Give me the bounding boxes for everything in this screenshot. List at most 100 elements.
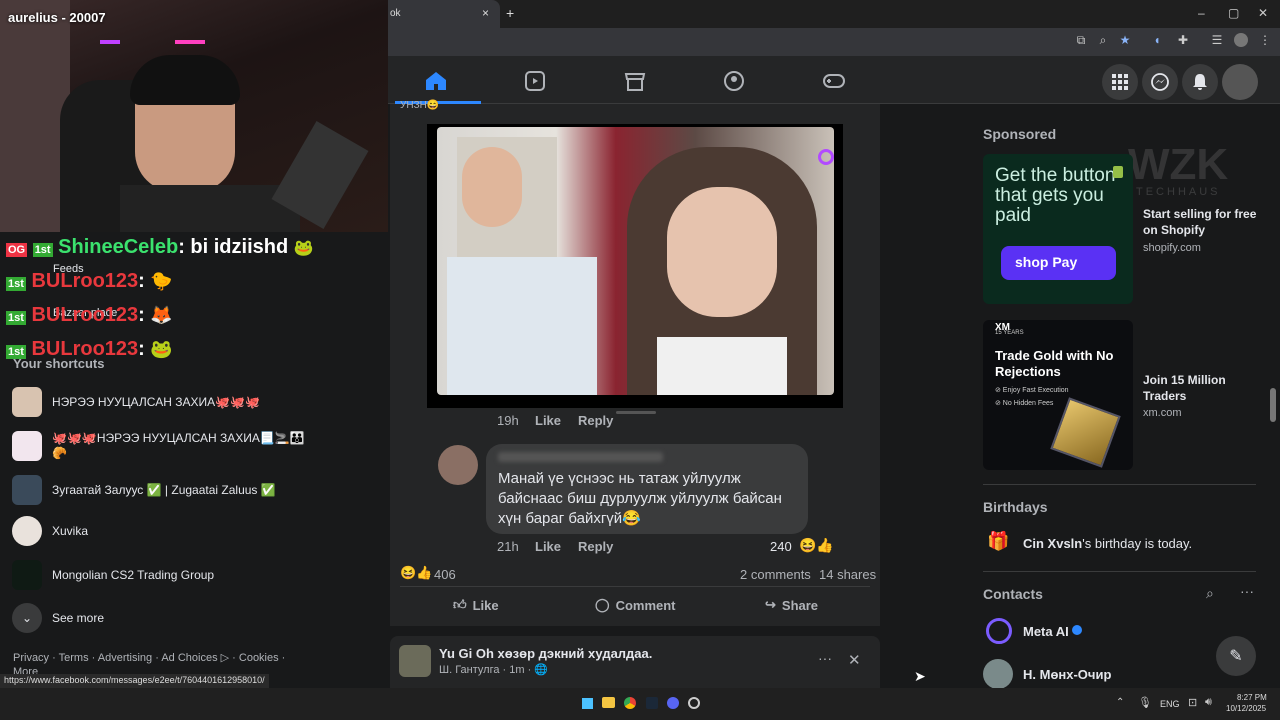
tray-chevron-icon[interactable]: ⌃: [1116, 697, 1124, 708]
zoom-icon[interactable]: ⌕: [1096, 33, 1110, 47]
emote-icon: 🐤: [150, 271, 173, 291]
xm-ad-image[interactable]: XM 15 YEARS Trade Gold with No Rejection…: [983, 320, 1133, 470]
compose-icon: ✎: [1229, 648, 1243, 665]
bookmark-star-icon[interactable]: ★: [1118, 33, 1132, 47]
share-button[interactable]: ↪ Share: [765, 597, 818, 613]
shortcuts-title: Your shortcuts: [13, 356, 105, 371]
meta-ai-icon: [986, 618, 1012, 644]
close-icon[interactable]: ✕: [848, 651, 861, 669]
comment-reply-link[interactable]: Reply: [578, 539, 613, 554]
mouse-cursor-icon: ➤: [914, 668, 926, 684]
browser-tabbar: [388, 0, 1280, 28]
shortcut-label: 🐙🐙🐙НЭРЭЭ НУУЦАЛСАН ЗАХИА📃🚬👪🥐: [52, 431, 305, 460]
groups-icon[interactable]: [722, 70, 746, 92]
chrome-icon[interactable]: [624, 697, 636, 709]
mic-icon[interactable]: 🎙︎: [1138, 696, 1152, 709]
clock-time[interactable]: 8:27 PM: [1237, 693, 1267, 702]
tab-close-icon[interactable]: ×: [482, 6, 489, 20]
group-avatar[interactable]: [399, 645, 431, 677]
comment-bubble: Манай үе үснээс нь татаж уйлуулж байснаа…: [486, 444, 808, 534]
gaming-icon[interactable]: [822, 70, 846, 92]
volume-icon[interactable]: 🔊︎: [1205, 696, 1212, 709]
comment-button[interactable]: ◯ Comment: [595, 597, 676, 613]
more-options-icon[interactable]: ···: [1240, 583, 1254, 599]
marketplace-icon[interactable]: [623, 70, 647, 92]
shortcut-label: НЭРЭЭ НУУЦАЛСАН ЗАХИА🐙🐙🐙: [52, 394, 260, 409]
scrollbar[interactable]: [1270, 388, 1276, 422]
start-icon[interactable]: [582, 698, 593, 709]
network-icon[interactable]: ⊡: [1188, 696, 1197, 709]
gift-icon: 🎁: [987, 531, 1010, 551]
shares-count[interactable]: 14 shares: [819, 567, 876, 582]
clock-date[interactable]: 10/12/2025: [1226, 704, 1266, 713]
close-window-button[interactable]: ✕: [1258, 6, 1268, 20]
shortcut-item[interactable]: НЭРЭЭ НУУЦАЛСАН ЗАХИА🐙🐙🐙: [12, 384, 382, 420]
profile-avatar[interactable]: [1234, 33, 1248, 47]
shortcut-item[interactable]: 🐙🐙🐙НЭРЭЭ НУУЦАЛСАН ЗАХИА📃🚬👪🥐: [12, 426, 312, 466]
shopify-ad-image[interactable]: Get the button that gets you paid shop P…: [983, 154, 1133, 304]
commenter-avatar[interactable]: [438, 445, 478, 485]
rgb-light: [175, 40, 205, 44]
shortcut-label: Xuvika: [52, 523, 89, 538]
contact-name[interactable]: Н. Мөнх-Очир: [1023, 667, 1111, 682]
video-icon[interactable]: [523, 70, 547, 92]
chat-line: 1st BULroo123: 🐤: [6, 270, 173, 292]
girl-uniform: [657, 337, 787, 395]
comment-like-link[interactable]: Like: [535, 539, 561, 554]
shortcut-label: Зугаатай Залуус ✅ | Zugaatai Zaluus ✅: [52, 482, 276, 497]
tab-search-icon[interactable]: ☰: [1210, 33, 1224, 47]
minimize-button[interactable]: –: [1198, 6, 1205, 20]
language-indicator[interactable]: ENG: [1160, 699, 1180, 709]
ad-title[interactable]: Join 15 Million Traders: [1143, 372, 1253, 404]
blurred-name: [498, 452, 663, 462]
browser-menu-icon[interactable]: ⋮: [1258, 33, 1272, 47]
notifications-button[interactable]: [1182, 64, 1218, 100]
reaction-count[interactable]: 406: [434, 567, 456, 582]
ad-domain: xm.com: [1143, 407, 1182, 419]
address-bar[interactable]: [388, 28, 1280, 56]
steam-icon[interactable]: [646, 697, 658, 709]
ad-domain: shopify.com: [1143, 242, 1201, 254]
extension-icon[interactable]: ◖: [1150, 33, 1164, 47]
comment-reply-link[interactable]: Reply: [578, 413, 613, 428]
top-comment-fragment: УНЗН😄: [400, 100, 440, 111]
like-button[interactable]: 👍︎ Like: [453, 597, 499, 613]
search-icon[interactable]: ⌕: [1206, 585, 1214, 602]
shortcut-avatar: [12, 475, 42, 505]
shortcut-item[interactable]: Зугаатай Залуус ✅ | Zugaatai Zaluus ✅: [12, 470, 312, 510]
see-more-button[interactable]: ⌄ See more: [12, 600, 212, 636]
comments-count[interactable]: 2 comments: [740, 567, 811, 582]
comment-label: Comment: [615, 597, 676, 613]
discord-icon[interactable]: [667, 697, 679, 709]
messenger-button[interactable]: [1142, 64, 1178, 100]
contact-name[interactable]: Meta AI: [1023, 624, 1069, 639]
home-icon[interactable]: [424, 70, 448, 92]
post-meta: Ш. Гантулга · 1m · 🌐: [439, 664, 548, 676]
ad-title[interactable]: Start selling for free on Shopify: [1143, 206, 1263, 238]
ad-image-text: Get the button that gets you paid: [995, 165, 1116, 226]
new-message-button[interactable]: ✎: [1216, 636, 1256, 676]
shortcut-avatar: [12, 516, 42, 546]
chat-line: 1st BULroo123: 🦊: [6, 304, 173, 326]
account-avatar[interactable]: [1222, 64, 1258, 100]
comment-media-image[interactable]: [437, 127, 834, 395]
shortcut-item[interactable]: Xuvika: [12, 513, 312, 549]
streamer-body: [120, 185, 300, 232]
maximize-button[interactable]: ▢: [1228, 6, 1239, 20]
file-explorer-icon[interactable]: [602, 697, 615, 708]
chat-username: BULroo123: [31, 304, 139, 326]
app-logo-icon: [818, 149, 834, 165]
birthday-line[interactable]: Cin Xvsln's birthday is today.: [1023, 536, 1192, 551]
menu-grid-button[interactable]: [1102, 64, 1138, 100]
comment-like-link[interactable]: Like: [535, 413, 561, 428]
post-title[interactable]: Yu Gi Oh хөзөр дэкний худалдаа.: [439, 646, 652, 661]
more-options-icon[interactable]: ···: [818, 650, 832, 666]
puzzle-icon[interactable]: ✚: [1176, 33, 1190, 47]
contact-avatar[interactable]: [983, 659, 1013, 689]
emote-icon: 🦊: [150, 305, 173, 325]
install-icon[interactable]: ⧉: [1074, 33, 1088, 47]
obs-icon[interactable]: [688, 697, 700, 709]
new-tab-button[interactable]: +: [506, 5, 514, 21]
badge: 1st: [6, 277, 26, 291]
shortcut-item[interactable]: Mongolian CS2 Trading Group: [12, 557, 312, 593]
